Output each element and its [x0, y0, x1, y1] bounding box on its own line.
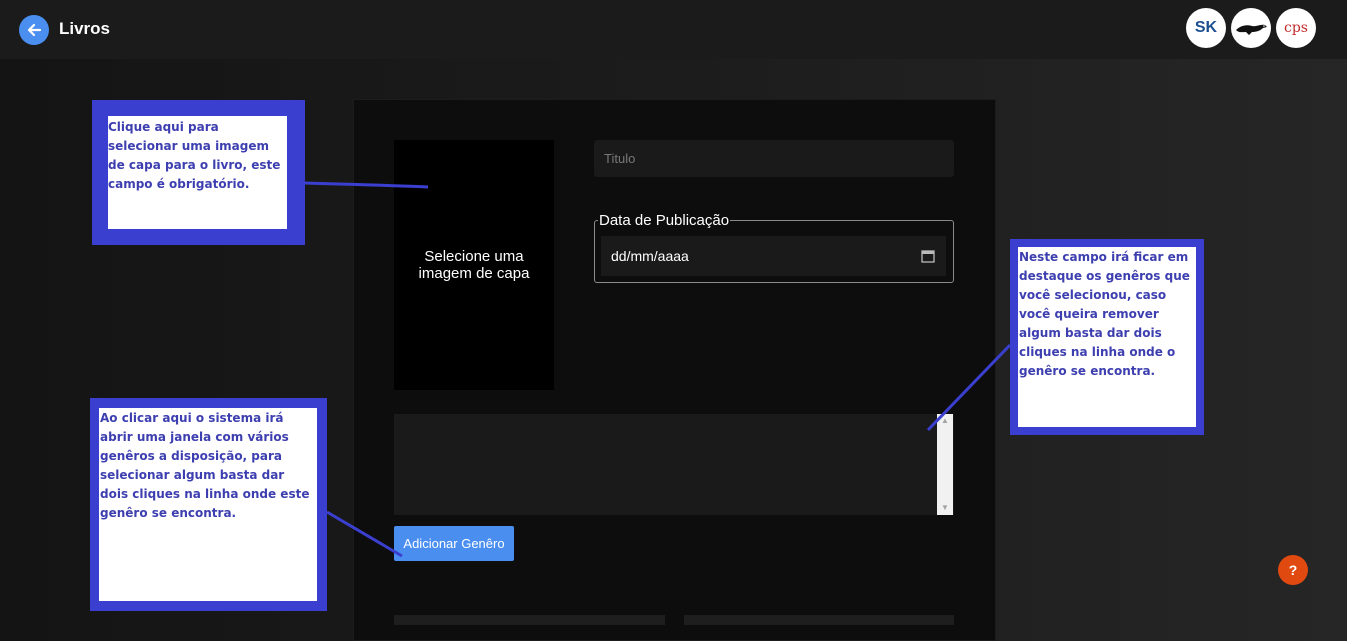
publication-date-input[interactable]: dd/mm/aaaa — [601, 236, 946, 276]
logo-cps: cps — [1276, 8, 1316, 48]
cover-image-picker[interactable]: Selecione uma imagem de capa — [394, 140, 554, 390]
publication-date-value: dd/mm/aaaa — [611, 248, 689, 264]
logo-animal — [1231, 8, 1271, 48]
top-bar: Livros SK cps — [0, 0, 1347, 59]
arrow-left-icon — [27, 23, 42, 37]
logo-sk-text: SK — [1194, 19, 1218, 36]
calendar-icon[interactable] — [921, 249, 935, 263]
help-icon: ? — [1288, 562, 1298, 578]
scroll-down-icon[interactable]: ▼ — [937, 501, 953, 515]
page-title: Livros — [59, 19, 111, 38]
annotation-add-genre: Ao clicar aqui o sistema irá abrir uma j… — [90, 398, 327, 611]
scroll-up-icon[interactable]: ▲ — [937, 414, 953, 428]
annotation-genres-list: Neste campo irá ficar em destaque os gen… — [1010, 239, 1204, 435]
bottom-field-left[interactable] — [394, 615, 665, 625]
logo-sk: SK — [1186, 8, 1226, 48]
publication-date-legend: Data de Publicação — [599, 212, 730, 229]
help-button[interactable]: ? — [1278, 555, 1308, 585]
title-input[interactable] — [594, 140, 954, 177]
annotation-cover: Clique aqui para selecionar uma imagem d… — [92, 100, 305, 245]
selected-genres-list[interactable]: ▲ ▼ — [394, 414, 954, 515]
genres-list-scrollbar[interactable]: ▲ ▼ — [937, 414, 953, 515]
cover-picker-label: Selecione uma imagem de capa — [418, 248, 530, 282]
bottom-field-right[interactable] — [684, 615, 954, 625]
animal-icon — [1236, 24, 1267, 35]
logo-cps-text: cps — [1284, 20, 1308, 36]
back-button[interactable] — [19, 15, 49, 45]
add-genre-button[interactable]: Adicionar Genêro — [394, 526, 514, 561]
